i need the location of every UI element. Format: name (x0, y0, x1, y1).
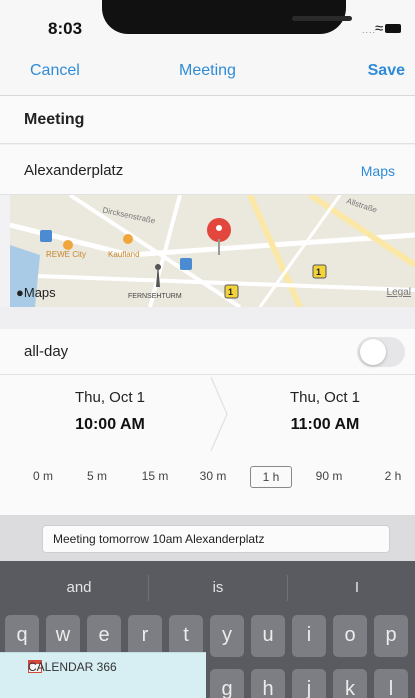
key-g[interactable]: g (210, 669, 244, 698)
key-o[interactable]: o (333, 615, 367, 657)
duration-option[interactable]: 30 m (196, 469, 230, 483)
event-title: Meeting (24, 111, 85, 128)
chevron-right-icon (210, 376, 228, 452)
end-time: 11:00 AM (290, 416, 360, 433)
map-poi-label: REWE City (46, 250, 86, 259)
key-l[interactable]: l (374, 669, 408, 698)
key-t[interactable]: t (169, 615, 203, 657)
banner-text: CALENDAR 366 (28, 660, 117, 674)
start-time: 10:00 AM (75, 416, 145, 433)
prediction-item[interactable]: I (288, 561, 415, 615)
suggestion-field[interactable]: Meeting tomorrow 10am Alexanderplatz (42, 525, 390, 553)
navigation-bar: Cancel Meeting Save (0, 46, 415, 96)
status-time: 8:03 (48, 19, 83, 38)
duration-option[interactable]: 15 m (138, 469, 172, 483)
map-poi-label: Kaufland (108, 250, 140, 259)
location-map[interactable]: Dircksenstraße Allstraße REWE City Kaufl… (10, 195, 415, 307)
prediction-item[interactable]: and (10, 561, 148, 615)
device-notch (102, 0, 352, 34)
prediction-item[interactable]: is (149, 561, 287, 615)
all-day-label: all-day (24, 343, 69, 360)
location-text: Alexanderplatz (24, 162, 124, 179)
key-e[interactable]: e (87, 615, 121, 657)
map-poi-label: FERNSEHTURM (128, 293, 182, 300)
wifi-icon: ≈ (375, 20, 384, 37)
event-title-field[interactable]: Meeting (0, 96, 415, 144)
start-date: Thu, Oct 1 (74, 389, 146, 406)
maps-logo: ●Maps (16, 285, 56, 300)
nav-title: Meeting (179, 62, 236, 79)
end-datetime[interactable]: Thu, Oct 1 11:00 AM (245, 389, 405, 434)
maps-logo-text: Maps (23, 285, 56, 300)
suggestion-text: Meeting tomorrow 10am Alexanderplatz (53, 532, 265, 546)
all-day-toggle[interactable] (357, 337, 405, 367)
suggestion-bar: Meeting tomorrow 10am Alexanderplatz (0, 515, 415, 561)
end-date: Thu, Oct 1 (289, 389, 361, 406)
key-k[interactable]: k (333, 669, 367, 698)
map-legal-link[interactable]: Legal (387, 287, 411, 298)
app-watermark-banner: CALENDAR 366 (0, 652, 206, 698)
duration-option[interactable]: 5 m (80, 469, 114, 483)
all-day-row: all-day (0, 329, 415, 375)
section-separator (0, 307, 415, 329)
key-w[interactable]: w (46, 615, 80, 657)
key-y[interactable]: y (210, 615, 244, 657)
location-pin-icon (207, 218, 231, 255)
apple-logo-icon: ● (16, 285, 24, 300)
start-datetime[interactable]: Thu, Oct 1 10:00 AM (30, 389, 190, 434)
location-field[interactable]: Alexanderplatz Maps (0, 145, 415, 195)
status-bar: 8:03 .... ≈ (0, 0, 415, 46)
transit-badge: 1 (316, 267, 322, 277)
key-u[interactable]: u (251, 615, 285, 657)
save-button[interactable]: Save (368, 62, 405, 80)
battery-icon (385, 24, 401, 33)
cellular-signal-icon: .... (362, 25, 377, 35)
duration-option[interactable]: 2 h (376, 469, 410, 483)
key-p[interactable]: p (374, 615, 408, 657)
key-r[interactable]: r (128, 615, 162, 657)
duration-option-selected[interactable]: 1 h (250, 466, 292, 488)
maps-link[interactable]: Maps (361, 163, 395, 179)
key-j[interactable]: j (292, 669, 326, 698)
toggle-knob (360, 339, 386, 365)
key-h[interactable]: h (251, 669, 285, 698)
duration-picker: 0 m 5 m 15 m 30 m 1 h 90 m 2 h (0, 453, 415, 495)
key-i[interactable]: i (292, 615, 326, 657)
transit-badge: 1 (228, 287, 234, 297)
duration-option[interactable]: 0 m (26, 469, 60, 483)
key-q[interactable]: q (5, 615, 39, 657)
duration-option[interactable]: 90 m (312, 469, 346, 483)
date-time-row: Thu, Oct 1 10:00 AM Thu, Oct 1 11:00 AM (0, 375, 415, 453)
